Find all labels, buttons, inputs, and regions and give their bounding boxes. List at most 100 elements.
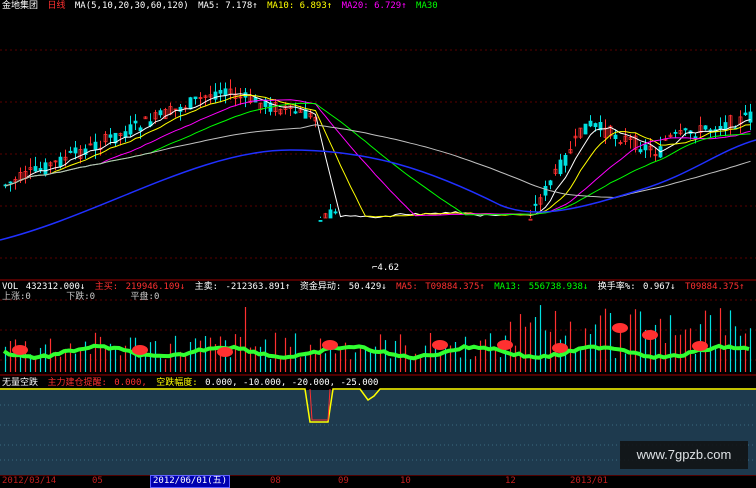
candle-body <box>563 154 568 166</box>
money-flow-highlight <box>322 340 338 350</box>
candle-body <box>223 88 228 96</box>
drop-values: 0.000, -10.000, -20.000, -25.000 <box>205 378 379 388</box>
vol-ma13-label: MA13: <box>494 282 522 292</box>
money-flow-highlight <box>132 345 148 355</box>
candle-body <box>318 220 323 222</box>
date-label-selected[interactable]: 2012/06/01(五) <box>150 475 231 488</box>
candle-body <box>188 97 193 110</box>
candle-body <box>593 123 598 128</box>
date-axis: 2012/03/14 05 2012/06/01(五) 08 09 10 12 … <box>0 475 756 488</box>
money-flow-highlight <box>552 343 568 353</box>
candle-body <box>68 150 73 153</box>
ma20-value: 6.729↑ <box>374 1 407 11</box>
candle-body <box>158 110 163 116</box>
alert-label: 主力建仓提醒: <box>47 378 107 388</box>
low-price-value: 4.62 <box>377 263 400 273</box>
flat-count: 平盘:0 <box>130 292 160 302</box>
candle-body <box>613 134 618 140</box>
ma30-label: MA30 <box>416 1 438 11</box>
kline-chart[interactable] <box>0 0 756 487</box>
candle-body <box>708 129 713 132</box>
sell-label: 主卖: <box>194 282 219 292</box>
money-flow-highlight <box>642 330 658 340</box>
ma120-line <box>0 139 756 241</box>
candle-body <box>293 111 298 114</box>
ma10-value: 6.893↑ <box>299 1 333 11</box>
candle-body <box>133 120 138 124</box>
candle-body <box>638 149 643 153</box>
ma5-label: MA5: <box>198 1 220 11</box>
money-flow-highlight <box>217 347 233 357</box>
candle-body <box>588 120 593 127</box>
money-flow-highlight <box>432 340 448 350</box>
alert-value: 0.000, <box>114 378 147 388</box>
candle-body <box>73 147 78 154</box>
money-flow-highlight <box>612 323 628 333</box>
indicator-header: 无量空跌 主力建仓提醒: 0.000, 空跌幅度: 0.000, -10.000… <box>2 378 382 389</box>
vol-label: VOL <box>2 282 19 292</box>
vol-value: 432312.000↓ <box>25 282 86 292</box>
candle-body <box>718 125 723 130</box>
market-breadth: 上涨:0 下跌:0 平盘:0 <box>2 292 163 303</box>
watermark: www.7gpzb.com <box>620 441 748 469</box>
money-flow-highlight <box>12 345 28 355</box>
candle-body <box>58 156 63 167</box>
candle-body <box>333 211 338 214</box>
date-label: 05 <box>92 476 103 486</box>
candle-body <box>543 185 548 196</box>
ma20-label: MA20: <box>341 1 369 11</box>
flow-value: 50.429↓ <box>348 282 387 292</box>
date-label: 10 <box>400 476 411 486</box>
money-flow-highlight <box>692 341 708 351</box>
candle-body <box>33 166 38 172</box>
date-label: 09 <box>338 476 349 486</box>
candle-body <box>123 131 128 138</box>
indicator-name: 无量空跌 <box>2 378 39 388</box>
low-price-marker: ⌐4.62 <box>372 263 399 273</box>
money-flow-highlight <box>497 340 513 350</box>
drop-label: 空跌幅度: <box>156 378 198 388</box>
ma-params: MA(5,10,20,30,60,120) <box>74 1 189 11</box>
candle-body <box>558 159 563 175</box>
candle-body <box>193 96 198 100</box>
vol-ma5-value: T09884.375↑ <box>425 282 485 292</box>
ma5-value: 7.178↑ <box>225 1 258 11</box>
up-count: 上涨:0 <box>2 292 31 302</box>
date-label: 2013/01 <box>570 476 608 486</box>
candle-body <box>673 132 678 134</box>
ma10-label: MA10: <box>267 1 295 11</box>
candle-body <box>748 111 753 123</box>
candle-body <box>108 134 113 138</box>
date-label: 2012/03/14 <box>2 476 57 486</box>
period-label: 日线 <box>47 1 66 11</box>
vol-ma13-value: 556738.938↓ <box>528 282 589 292</box>
candle-body <box>528 218 533 221</box>
tail-value: T09884.375↑ <box>684 282 745 292</box>
flow-label: 资金异动: <box>299 282 342 292</box>
date-label: 08 <box>270 476 281 486</box>
candle-body <box>683 128 688 131</box>
turnover-value: 0.967↓ <box>643 282 676 292</box>
candle-body <box>38 168 43 171</box>
buy-label: 主买: <box>94 282 119 292</box>
candle-body <box>328 209 333 219</box>
candle-body <box>43 162 48 175</box>
candle-body <box>583 123 588 135</box>
candle-body <box>93 141 98 150</box>
stock-name: 金地集团 <box>2 1 39 11</box>
candle-body <box>643 144 648 151</box>
buy-value: 219946.109↓ <box>125 282 186 292</box>
vol-ma5-label: MA5: <box>396 282 418 292</box>
candle-body <box>138 127 143 132</box>
down-count: 下跌:0 <box>66 292 96 302</box>
date-label: 12 <box>505 476 516 486</box>
turnover-label: 换手率%: <box>597 282 636 292</box>
sell-value: -212363.891↑ <box>225 282 291 292</box>
candle-body <box>8 181 13 184</box>
candle-body <box>548 180 553 186</box>
candle-body <box>533 203 538 206</box>
candle-body <box>218 89 223 94</box>
price-header: 金地集团 日线 MA(5,10,20,30,60,120) MA5: 7.178… <box>2 1 442 12</box>
candle-body <box>723 122 728 130</box>
candle-body <box>743 112 748 116</box>
